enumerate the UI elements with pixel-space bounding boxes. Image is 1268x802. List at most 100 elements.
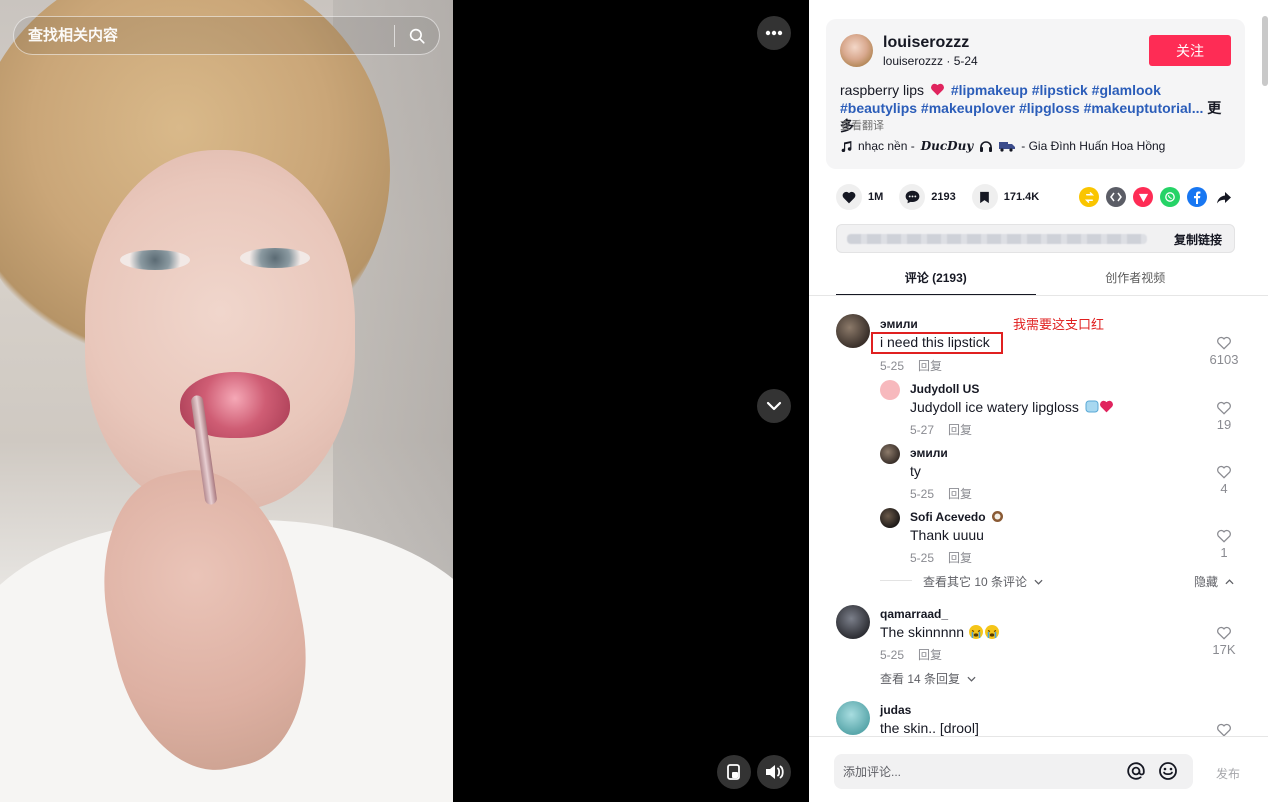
share-arrow-icon xyxy=(1217,191,1231,203)
hashtag-makeuplover[interactable]: #makeuplover xyxy=(921,100,1015,116)
hashtag-makeuptutorial[interactable]: #makeuptutorial... xyxy=(1084,100,1204,116)
view-more-replies-button[interactable]: 查看其它 10 条评论 xyxy=(923,573,1043,590)
reply-text: Judydoll ice watery lipgloss xyxy=(910,399,1114,415)
emoji-button[interactable] xyxy=(1158,761,1178,786)
reply-button[interactable]: 回复 xyxy=(948,423,972,437)
hashtag-glamlook[interactable]: #glamlook xyxy=(1092,82,1161,98)
more-icon xyxy=(765,30,783,36)
comment-avatar[interactable] xyxy=(836,314,870,348)
reply-avatar[interactable] xyxy=(880,444,900,464)
video-link-box: 复制链接 xyxy=(836,224,1235,253)
chevron-down-icon xyxy=(766,401,782,411)
volume-icon xyxy=(766,765,784,779)
save-count: 171.4K xyxy=(1003,191,1040,203)
hashtag-lipmakeup[interactable]: #lipmakeup xyxy=(951,82,1028,98)
reply-date: 5-25 xyxy=(910,551,935,565)
save-button[interactable]: 171.4K xyxy=(971,184,1040,210)
headphones-emoji-icon xyxy=(980,141,993,152)
reply-author[interactable]: Judydoll US xyxy=(910,382,979,396)
comment-like-button[interactable]: 6103 xyxy=(1204,336,1244,367)
music-link[interactable]: nhạc nền - DucDuy - Gia Đình Huấn Hoa Hồ… xyxy=(840,139,1165,153)
next-video-button[interactable] xyxy=(757,389,791,423)
reply-text-content: Judydoll ice watery lipgloss xyxy=(910,399,1079,415)
scrollbar[interactable] xyxy=(1262,16,1268,86)
app-root: louiserozzz louiserozzz · 5-24 关注 raspbe… xyxy=(0,0,1268,802)
translate-link[interactable]: 查看翻译 xyxy=(840,117,884,133)
comment-like-count: 6103 xyxy=(1209,352,1239,367)
video-link-url-blurred[interactable] xyxy=(847,234,1147,244)
tab-creator-videos[interactable]: 创作者视频 xyxy=(1036,262,1236,296)
like-button[interactable]: 1M xyxy=(836,184,883,210)
embed-button[interactable] xyxy=(1106,187,1126,207)
reply-author[interactable]: эмили xyxy=(910,446,948,460)
direct-share-button[interactable] xyxy=(1133,187,1153,207)
comment-author[interactable]: qamarraad_ xyxy=(880,607,948,621)
follow-button[interactable]: 关注 xyxy=(1149,35,1231,66)
reply-button[interactable]: 回复 xyxy=(918,359,942,373)
more-options-button[interactable] xyxy=(757,16,791,50)
volume-button[interactable] xyxy=(757,755,791,789)
facebook-icon xyxy=(1194,191,1201,204)
reply-button[interactable]: 回复 xyxy=(948,551,972,565)
reply-button[interactable]: 回复 xyxy=(948,487,972,501)
reply-like-button[interactable]: 19 xyxy=(1204,401,1244,432)
heart-icon xyxy=(842,191,856,203)
reply-author[interactable]: Sofi Acevedo xyxy=(910,510,1004,524)
music-note-icon xyxy=(841,141,852,152)
music-prefix: nhạc nền - xyxy=(858,139,915,153)
comment-like-button[interactable]: 17K xyxy=(1204,626,1244,657)
author-avatar[interactable] xyxy=(840,34,873,67)
crying-face-emoji-icon xyxy=(984,625,999,639)
mention-button[interactable] xyxy=(1126,761,1146,786)
view-replies-button[interactable]: 查看 14 条回复 xyxy=(880,670,976,687)
hide-replies-label: 隐藏 xyxy=(1194,575,1219,589)
embed-icon xyxy=(1110,192,1122,202)
emoji-icon xyxy=(1159,762,1177,780)
tab-comments[interactable]: 评论 (2193) xyxy=(836,262,1036,296)
comment-like-count: 17K xyxy=(1212,642,1236,657)
whatsapp-button[interactable] xyxy=(1160,187,1180,207)
video-player[interactable] xyxy=(0,0,809,802)
picture-in-picture-button[interactable] xyxy=(717,755,751,789)
heart-outline-icon xyxy=(1217,723,1231,736)
comment-author[interactable]: judas xyxy=(880,703,911,717)
facebook-button[interactable] xyxy=(1187,187,1207,207)
comment-avatar[interactable] xyxy=(836,605,870,639)
reply-like-button[interactable]: 1 xyxy=(1204,529,1244,560)
search-input[interactable] xyxy=(14,17,394,54)
heart-outline-icon xyxy=(1217,401,1231,415)
comment-avatar[interactable] xyxy=(836,701,870,735)
reply-button[interactable]: 回复 xyxy=(918,648,942,662)
hashtag-lipgloss[interactable]: #lipgloss xyxy=(1019,100,1080,116)
search-bar[interactable] xyxy=(13,16,440,55)
comment-button[interactable]: 2193 xyxy=(899,184,956,210)
post-comment-button[interactable]: 发布 xyxy=(1216,765,1240,782)
repost-button[interactable] xyxy=(1079,187,1099,207)
reply-like-count: 19 xyxy=(1216,417,1232,432)
video-frame[interactable] xyxy=(0,0,453,802)
reply-author-name: Sofi Acevedo xyxy=(910,510,986,524)
comment-text: The skinnnnn xyxy=(880,624,1000,640)
share-row xyxy=(1079,187,1234,207)
share-more-button[interactable] xyxy=(1214,187,1234,207)
save-icon-wrap xyxy=(971,184,998,210)
heart-outline-icon xyxy=(1217,626,1231,640)
hashtag-beautylips[interactable]: #beautylips xyxy=(840,100,917,116)
comment-text-content: The skinnnnn xyxy=(880,624,965,640)
copy-link-button[interactable]: 复制链接 xyxy=(1174,231,1222,248)
direct-share-icon xyxy=(1138,193,1148,202)
comment-text: i need this lipstick xyxy=(880,334,990,350)
reply-avatar[interactable] xyxy=(880,508,900,528)
hide-replies-button[interactable]: 隐藏 xyxy=(1194,573,1234,590)
video-subject-eye xyxy=(120,250,190,270)
reply-like-button[interactable]: 4 xyxy=(1204,465,1244,496)
hashtag-lipstick[interactable]: #lipstick xyxy=(1032,82,1088,98)
chevron-down-icon xyxy=(1034,579,1043,585)
video-description: raspberry lips #lipmakeup #lipstick #gla… xyxy=(840,81,1235,135)
comment-author[interactable]: эмили xyxy=(880,317,918,331)
comment-like-button[interactable] xyxy=(1204,723,1244,736)
search-button[interactable] xyxy=(395,17,439,54)
comment-input[interactable] xyxy=(834,754,1104,789)
author-name[interactable]: louiserozzz xyxy=(883,34,969,52)
reply-avatar[interactable] xyxy=(880,380,900,400)
